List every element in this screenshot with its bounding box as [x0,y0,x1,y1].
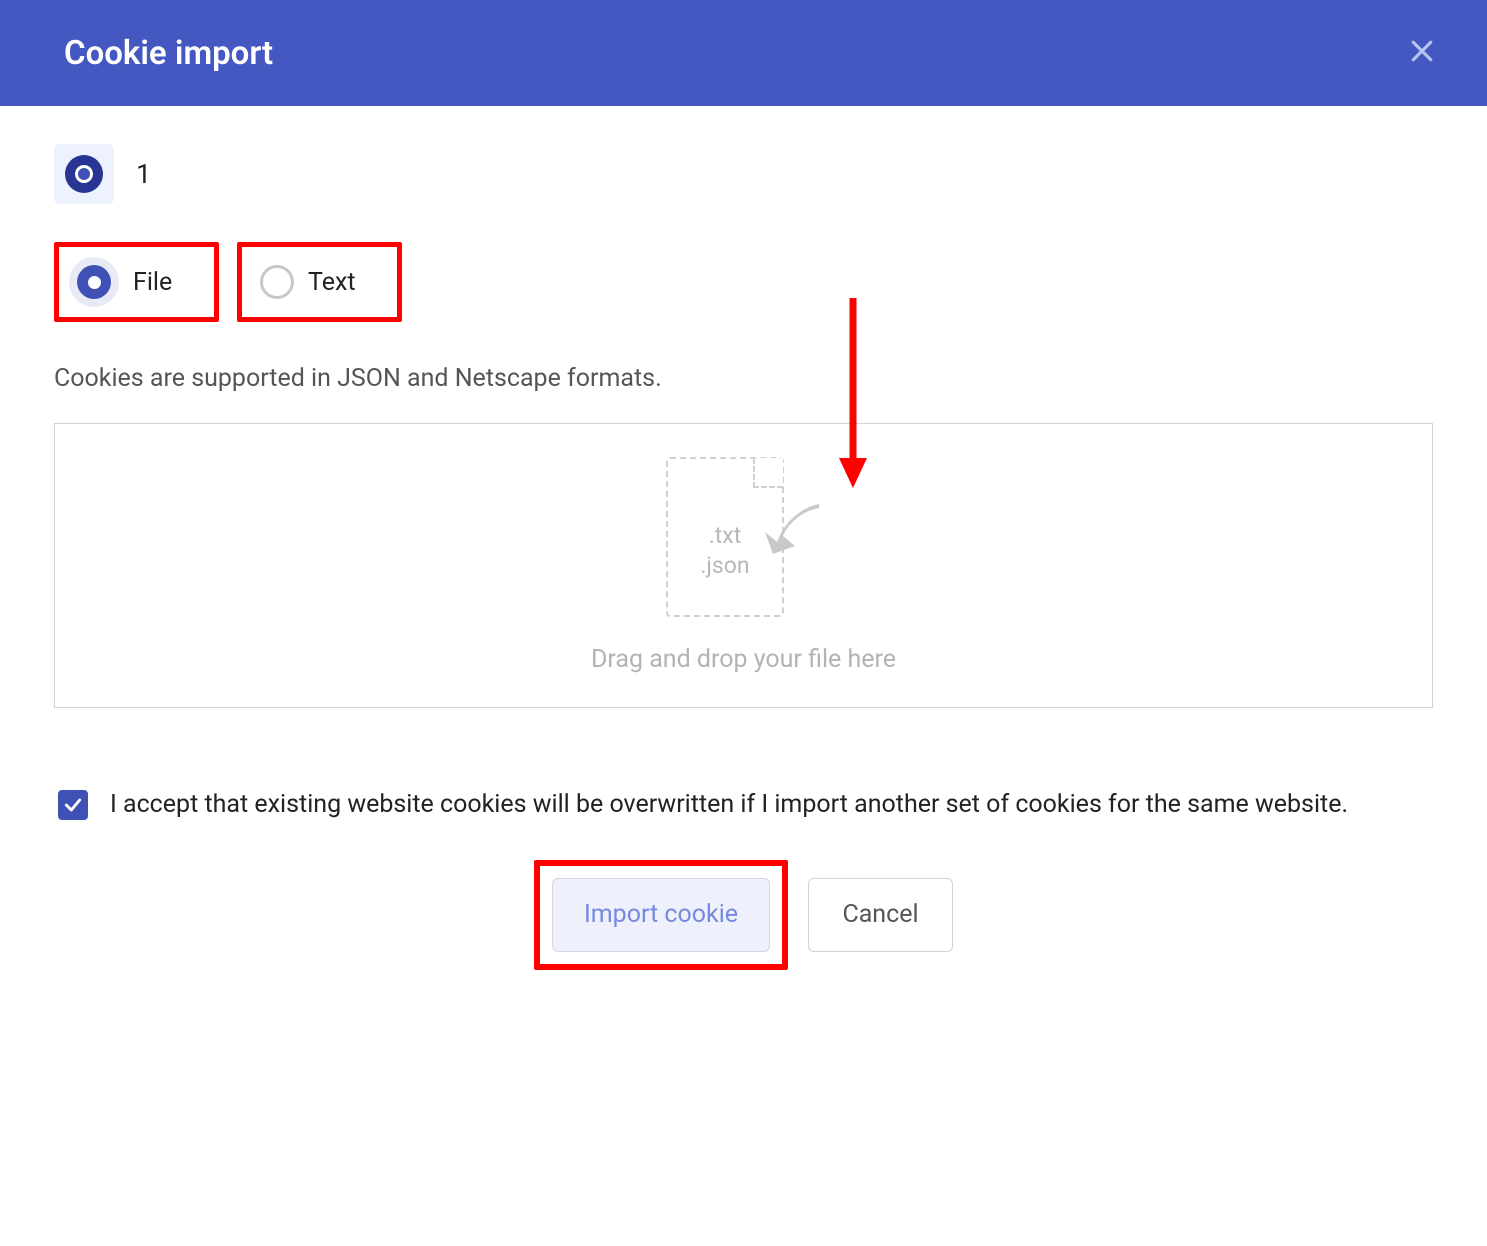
import-cookie-button[interactable]: Import cookie [552,878,770,952]
consent-text: I accept that existing website cookies w… [110,786,1348,824]
button-row: Import cookie Cancel [54,860,1433,970]
radio-file[interactable]: File [54,242,219,322]
browser-profile-icon [54,144,114,204]
dialog-header: Cookie import [0,0,1487,106]
import-button-highlight: Import cookie [534,860,788,970]
consent-checkbox[interactable] [58,790,88,820]
chromium-icon [63,153,105,195]
radio-file-label: File [133,268,172,297]
close-icon [1407,36,1437,66]
profile-count: 1 [136,158,151,190]
radio-text[interactable]: Text [237,242,402,322]
browser-profile-row: 1 [54,144,1433,204]
dropzone-graphic: .txt .json [666,457,821,617]
file-ext-txt: .txt [700,521,749,551]
file-ext-json: .json [700,551,749,581]
check-icon [63,795,83,815]
radio-text-label: Text [308,268,356,297]
dropzone-hint: Drag and drop your file here [591,645,896,674]
consent-row: I accept that existing website cookies w… [54,786,1433,824]
import-mode-group: File Text [54,242,1433,322]
format-helper-text: Cookies are supported in JSON and Netsca… [54,364,1433,393]
cancel-button[interactable]: Cancel [808,878,953,952]
dialog-content: 1 File Text Cookies are supported in JSO… [0,106,1487,970]
upload-arrow-icon [757,492,827,562]
file-dropzone[interactable]: .txt .json Drag and drop your file here [54,423,1433,708]
radio-unchecked-icon [260,265,294,299]
radio-checked-icon [69,257,119,307]
close-button[interactable] [1407,36,1437,70]
dialog-title: Cookie import [64,34,273,73]
